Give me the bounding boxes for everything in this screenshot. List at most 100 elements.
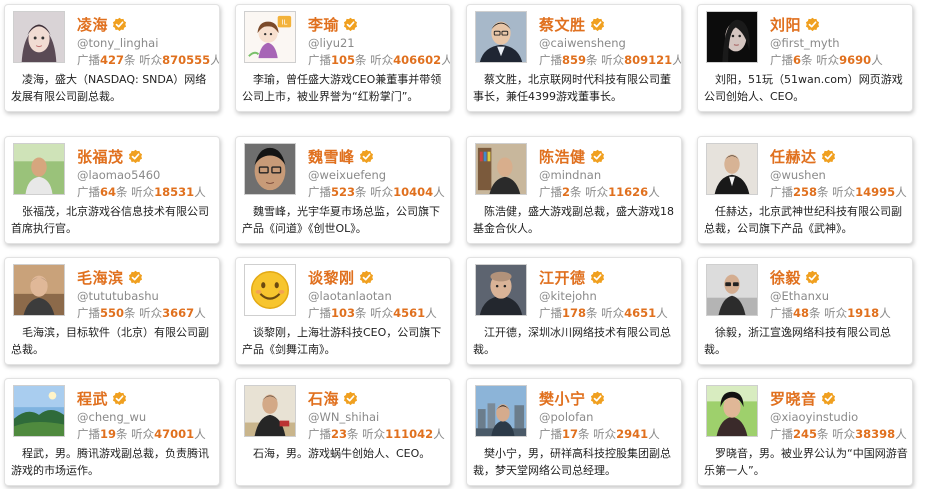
user-name-link[interactable]: 谈黎刚 — [308, 267, 355, 288]
broadcast-count[interactable]: 23 — [331, 427, 347, 441]
broadcast-count[interactable]: 48 — [793, 306, 809, 320]
avatar[interactable] — [13, 264, 65, 316]
user-name-link[interactable]: 樊小宁 — [539, 388, 586, 409]
listener-count[interactable]: 4651 — [624, 306, 656, 320]
avatar[interactable] — [244, 143, 296, 195]
verified-badge-icon — [128, 270, 143, 285]
listener-count[interactable]: 11626 — [608, 185, 648, 199]
broadcast-count[interactable]: 64 — [100, 185, 116, 199]
avatar[interactable] — [475, 264, 527, 316]
user-name-link[interactable]: 凌海 — [77, 14, 108, 35]
name-row: 蔡文胜 — [539, 13, 605, 35]
user-bio: 李瑜，曾任盛大游戏CEO兼董事并带领公司上市，被业界誉为“红粉掌门”。 — [242, 73, 442, 103]
avatar[interactable] — [706, 143, 758, 195]
user-handle: @laotanlaotan — [308, 289, 392, 303]
listener-count[interactable]: 809121 — [624, 53, 672, 67]
user-stats: 广播23条 听众111042人 — [308, 426, 445, 442]
user-name-link[interactable]: 江开德 — [539, 267, 586, 288]
user-stats: 广播523条 听众10404人 — [308, 184, 445, 200]
user-handle: @polofan — [539, 410, 594, 424]
listener-count[interactable]: 38398 — [855, 427, 895, 441]
broadcast-count[interactable]: 17 — [562, 427, 578, 441]
verified-badge-icon — [359, 149, 374, 164]
listener-count[interactable]: 47001 — [154, 427, 194, 441]
user-name-link[interactable]: 陈浩健 — [539, 146, 586, 167]
listener-count[interactable]: 1918 — [847, 306, 879, 320]
avatar[interactable] — [475, 11, 527, 63]
user-name-link[interactable]: 罗晓音 — [770, 388, 817, 409]
listener-count[interactable]: 3667 — [162, 306, 194, 320]
avatar[interactable] — [475, 143, 527, 195]
count-unit: 条 — [124, 306, 136, 320]
person-unit: 人 — [895, 185, 907, 199]
user-bio: 谈黎刚，上海壮游科技CEO，公司旗下产品《剑舞江南》。 — [242, 326, 442, 356]
count-unit: 条 — [355, 306, 367, 320]
listener-count[interactable]: 870555 — [162, 53, 210, 67]
user-name-link[interactable]: 石海 — [308, 388, 339, 409]
broadcast-count[interactable]: 105 — [331, 53, 355, 67]
listener-count[interactable]: 18531 — [154, 185, 194, 199]
user-stats: 广播427条 听众870555人 — [77, 52, 219, 68]
person-unit: 人 — [441, 53, 450, 67]
user-handle: @mindnan — [539, 168, 602, 182]
broadcast-count[interactable]: 523 — [331, 185, 355, 199]
broadcast-count[interactable]: 245 — [793, 427, 817, 441]
broadcast-count[interactable]: 427 — [100, 53, 124, 67]
person-unit: 人 — [895, 427, 907, 441]
person-unit: 人 — [194, 185, 206, 199]
listener-count[interactable]: 2941 — [616, 427, 648, 441]
user-name-link[interactable]: 任赫达 — [770, 146, 817, 167]
avatar[interactable]: IL — [244, 11, 296, 63]
count-unit: 条 — [347, 427, 359, 441]
broadcast-count[interactable]: 258 — [793, 185, 817, 199]
profile-card: 罗晓音 @xiaoyinstudio 广播245条 听众38398人 罗晓音，男。被业… — [697, 378, 913, 486]
user-name-link[interactable]: 张福茂 — [77, 146, 124, 167]
profile-card: 刘阳 @first_myth 广播6条 听众9690人 刘阳，51玩（51wan.co… — [697, 4, 913, 112]
user-bio: 江开德，深圳冰川网络技术有限公司总裁。 — [473, 326, 671, 356]
broadcast-count[interactable]: 19 — [100, 427, 116, 441]
avatar[interactable] — [244, 385, 296, 437]
avatar[interactable] — [706, 385, 758, 437]
user-bio: 徐毅，浙江宣逸网络科技有限公司总裁。 — [704, 326, 891, 356]
user-name-link[interactable]: 徐毅 — [770, 267, 801, 288]
profile-card-grid: 凌海@tony_linghai广播427条 听众870555人凌海，盛大（NAS… — [0, 0, 926, 489]
user-bio: 石海，男。游戏蜗牛创始人、CEO。 — [253, 447, 431, 460]
svg-text:IL: IL — [282, 19, 288, 27]
user-name-link[interactable]: 毛海滨 — [77, 267, 124, 288]
broadcast-label: 广播 — [770, 53, 793, 67]
listener-count[interactable]: 4561 — [393, 306, 425, 320]
user-handle: @caiwensheng — [539, 36, 626, 50]
avatar[interactable] — [706, 11, 758, 63]
listeners-label: 听众 — [832, 427, 856, 441]
listener-count[interactable]: 406602 — [393, 53, 441, 67]
verified-badge-icon — [343, 17, 358, 32]
listener-count[interactable]: 111042 — [385, 427, 433, 441]
listener-count[interactable]: 14995 — [855, 185, 895, 199]
user-name-link[interactable]: 李瑜 — [308, 14, 339, 35]
broadcast-count[interactable]: 2 — [562, 185, 570, 199]
user-name-link[interactable]: 程武 — [77, 388, 108, 409]
name-row: 樊小宁 — [539, 387, 605, 409]
user-name-link[interactable]: 魏雪峰 — [308, 146, 355, 167]
user-bio: 陈浩健，盛大游戏副总裁，盛大游戏18基金合伙人。 — [473, 205, 674, 235]
broadcast-count[interactable]: 6 — [793, 53, 801, 67]
avatar[interactable] — [13, 385, 65, 437]
avatar[interactable] — [13, 143, 65, 195]
broadcast-count[interactable]: 859 — [562, 53, 586, 67]
avatar[interactable] — [706, 264, 758, 316]
broadcast-count[interactable]: 550 — [100, 306, 124, 320]
listener-count[interactable]: 10404 — [393, 185, 433, 199]
user-name-link[interactable]: 蔡文胜 — [539, 14, 586, 35]
avatar[interactable] — [13, 11, 65, 63]
broadcast-count[interactable]: 103 — [331, 306, 355, 320]
broadcast-count[interactable]: 178 — [562, 306, 586, 320]
user-stats: 广播64条 听众18531人 — [77, 184, 206, 200]
avatar[interactable] — [244, 264, 296, 316]
listeners-label: 听众 — [131, 185, 155, 199]
listener-count[interactable]: 9690 — [839, 53, 871, 67]
user-name-link[interactable]: 刘阳 — [770, 14, 801, 35]
avatar[interactable] — [475, 385, 527, 437]
profile-card: 樊小宁 @polofan 广播17条 听众2941人 樊小宁，男，研祥高科技控股集团副… — [466, 378, 682, 486]
profile-card: 石海 @WN_shihai 广播23条 听众111042人 石海，男。游戏蜗牛创始人、… — [235, 378, 451, 486]
profile-card: 江开德 @kitejohn 广播178条 听众4651人 江开德，深圳冰川网络技术有限… — [466, 257, 682, 365]
